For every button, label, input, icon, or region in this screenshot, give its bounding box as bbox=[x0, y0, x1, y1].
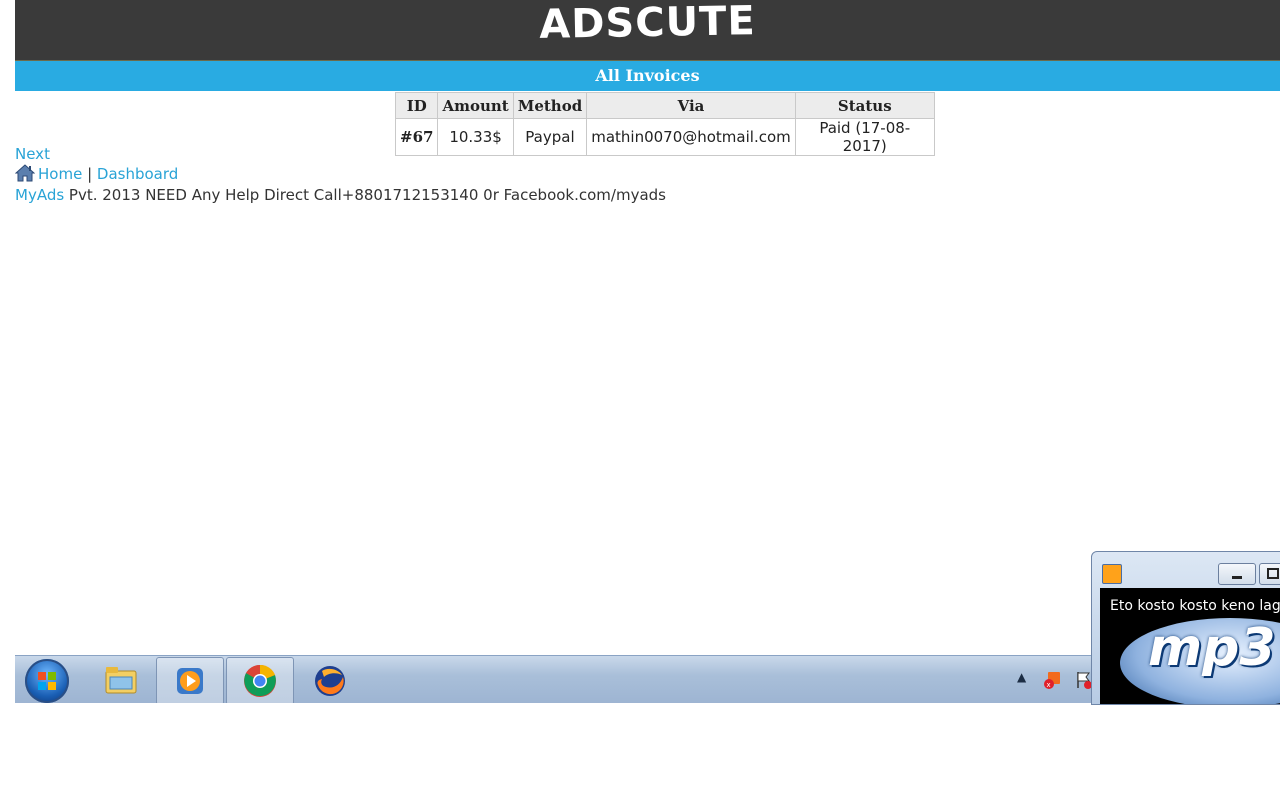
chrome-icon bbox=[244, 664, 276, 697]
myads-link[interactable]: MyAds bbox=[15, 186, 64, 204]
media-player-mini-window[interactable]: Eto kosto kosto keno lage mp3 bbox=[1091, 551, 1280, 705]
now-playing-panel: Eto kosto kosto keno lage mp3 bbox=[1100, 588, 1280, 704]
invoice-via: mathin0070@hotmail.com bbox=[586, 118, 796, 156]
home-link[interactable]: Home bbox=[38, 165, 82, 183]
minimize-button[interactable] bbox=[1218, 563, 1256, 585]
maximize-icon bbox=[1267, 568, 1279, 579]
track-title: Eto kosto kosto keno lage bbox=[1110, 598, 1280, 614]
album-art-logo: mp3 bbox=[1148, 618, 1276, 678]
column-header-status: Status bbox=[794, 92, 935, 119]
svg-text:x: x bbox=[1047, 681, 1051, 689]
page-title: All Invoices bbox=[15, 61, 1280, 91]
taskbar-firefox[interactable] bbox=[296, 657, 364, 703]
column-header-amount: Amount bbox=[437, 92, 514, 119]
footer-nav: Home | Dashboard bbox=[15, 164, 178, 183]
invoice-status: Paid (17-08-2017) bbox=[794, 118, 935, 156]
pagination: Next bbox=[15, 145, 50, 163]
show-hidden-icons-arrow-icon[interactable]: ▲ bbox=[1017, 670, 1026, 684]
firefox-icon bbox=[315, 666, 345, 696]
windows-start-icon[interactable] bbox=[25, 659, 69, 703]
nav-separator: | bbox=[87, 165, 93, 183]
invoice-method: Paypal bbox=[512, 118, 588, 156]
invoice-amount: 10.33$ bbox=[437, 118, 514, 156]
site-header: ADSCUTE bbox=[15, 0, 1280, 61]
footer-text: Pvt. 2013 NEED Any Help Direct Call+8801… bbox=[64, 186, 666, 204]
taskbar-media-player[interactable] bbox=[156, 657, 224, 703]
column-header-id: ID bbox=[394, 92, 439, 119]
invoices-table: ID Amount Method Via Status #67 10.33$ P… bbox=[394, 92, 935, 156]
table-row: #67 10.33$ Paypal mathin0070@hotmail.com… bbox=[394, 118, 935, 156]
media-player-icon bbox=[177, 668, 203, 694]
taskbar-chrome[interactable] bbox=[226, 657, 294, 703]
home-icon[interactable] bbox=[15, 164, 36, 182]
minimize-icon bbox=[1232, 576, 1242, 579]
site-footer: MyAds Pvt. 2013 NEED Any Help Direct Cal… bbox=[15, 186, 666, 204]
file-explorer-icon bbox=[105, 667, 137, 694]
next-link[interactable]: Next bbox=[15, 145, 50, 163]
site-logo[interactable]: ADSCUTE bbox=[15, 0, 1280, 57]
column-header-method: Method bbox=[512, 92, 588, 119]
taskbar-file-explorer[interactable] bbox=[87, 657, 155, 703]
invoice-id: #67 bbox=[394, 118, 439, 156]
dashboard-link[interactable]: Dashboard bbox=[97, 165, 178, 183]
maximize-button[interactable] bbox=[1259, 563, 1280, 585]
tray-app-icon[interactable]: x bbox=[1043, 670, 1063, 690]
column-header-via: Via bbox=[586, 92, 796, 119]
media-player-icon bbox=[1102, 564, 1122, 584]
table-header-row: ID Amount Method Via Status bbox=[394, 92, 935, 119]
